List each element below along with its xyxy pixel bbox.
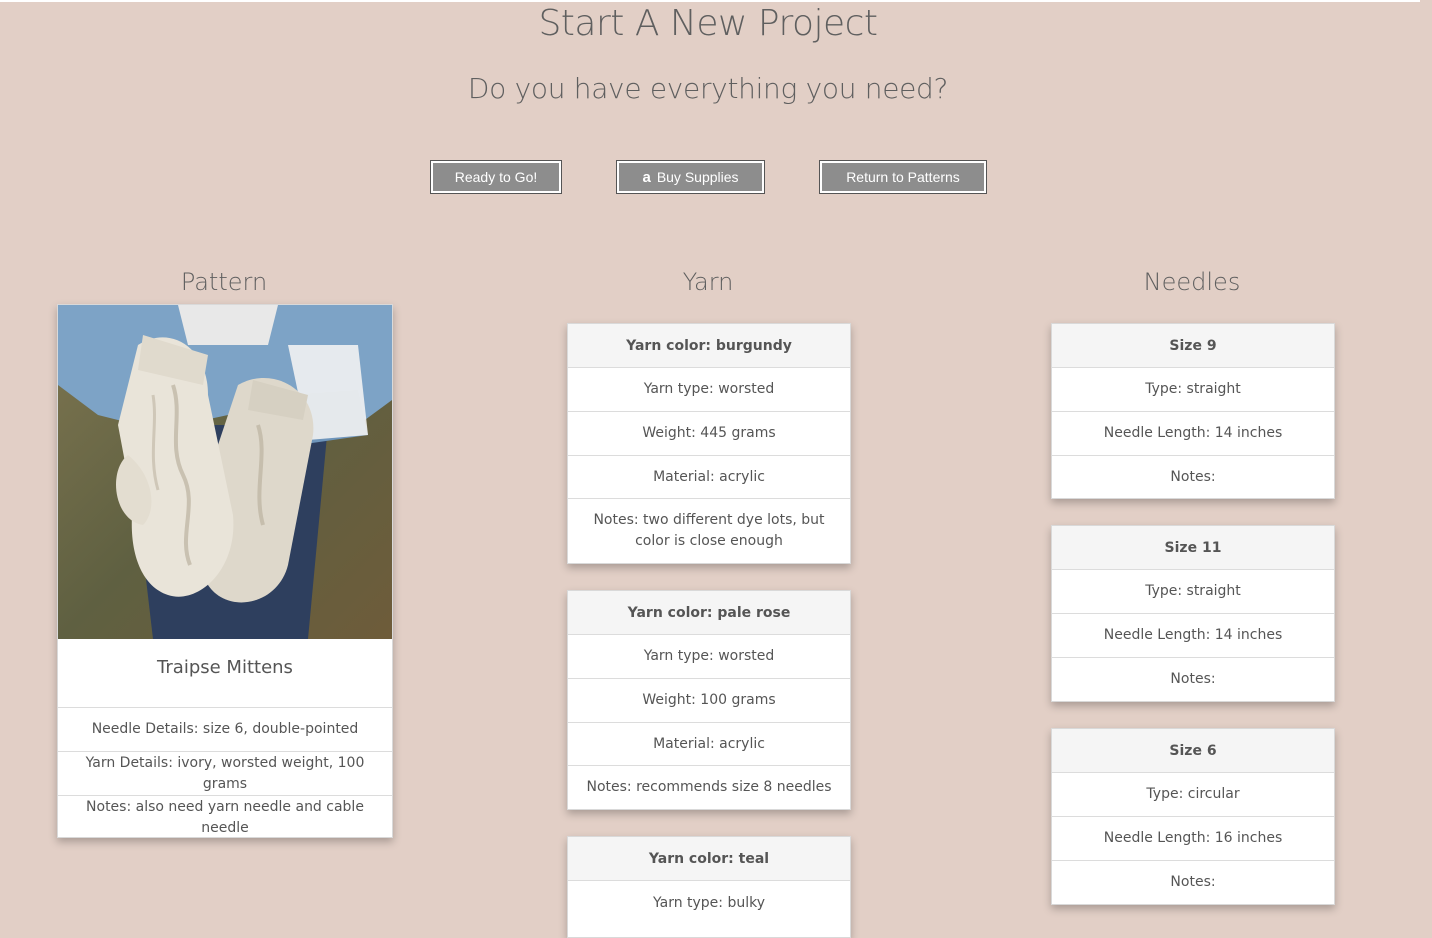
- needle-card[interactable]: Size 11 Type: straight Needle Length: 14…: [1051, 525, 1335, 702]
- pattern-yarn-details: Yarn Details: ivory, worsted weight, 100…: [58, 752, 392, 796]
- needle-size: Size 9: [1052, 324, 1334, 368]
- needle-card[interactable]: Size 6 Type: circular Needle Length: 16 …: [1051, 728, 1335, 905]
- amazon-icon: a: [642, 168, 651, 186]
- yarn-weight: Weight: 100 grams: [568, 679, 850, 723]
- page-subtitle: Do you have everything you need?: [467, 72, 949, 105]
- return-to-patterns-label: Return to Patterns: [846, 169, 960, 185]
- pattern-name: Traipse Mittens: [58, 639, 392, 708]
- needle-type: Type: straight: [1052, 368, 1334, 412]
- needle-size: Size 11: [1052, 526, 1334, 570]
- needle-length: Needle Length: 14 inches: [1052, 614, 1334, 658]
- yarn-material: Material: acrylic: [568, 723, 850, 766]
- yarn-notes: Notes: recommends size 8 needles: [586, 779, 832, 795]
- yarn-color: Yarn color: burgundy: [568, 324, 850, 368]
- needle-size: Size 6: [1052, 729, 1334, 773]
- needle-notes: Notes:: [1170, 671, 1216, 687]
- pattern-card[interactable]: Traipse Mittens Needle Details: size 6, …: [57, 304, 393, 838]
- yarn-color: Yarn color: pale rose: [568, 591, 850, 635]
- ready-to-go-label: Ready to Go!: [454, 169, 538, 185]
- needles-heading: Needles: [1143, 268, 1241, 296]
- pattern-heading: Pattern: [180, 268, 268, 296]
- needle-type: Type: straight: [1052, 570, 1334, 614]
- yarn-card[interactable]: Yarn color: teal Yarn type: bulky: [567, 836, 851, 938]
- yarn-card[interactable]: Yarn color: pale rose Yarn type: worsted…: [567, 590, 851, 810]
- ready-to-go-button[interactable]: Ready to Go!: [430, 160, 562, 194]
- yarn-card[interactable]: Yarn color: burgundy Yarn type: worsted …: [567, 323, 851, 564]
- yarn-type: Yarn type: worsted: [568, 368, 850, 412]
- pattern-needle-details: Needle Details: size 6, double-pointed: [58, 708, 392, 752]
- yarn-color: Yarn color: teal: [568, 837, 850, 881]
- return-to-patterns-button[interactable]: Return to Patterns: [819, 160, 987, 194]
- yarn-type: Yarn type: bulky: [652, 894, 766, 911]
- yarn-heading: Yarn: [682, 268, 734, 296]
- needle-card[interactable]: Size 9 Type: straight Needle Length: 14 …: [1051, 323, 1335, 499]
- yarn-type: Yarn type: worsted: [568, 635, 850, 679]
- pattern-notes: Notes: also need yarn needle and cable n…: [86, 799, 364, 836]
- needle-notes: Notes:: [1170, 874, 1216, 890]
- needle-length: Needle Length: 16 inches: [1052, 817, 1334, 861]
- mittens-photo-icon: [58, 305, 392, 639]
- buy-supplies-button[interactable]: a Buy Supplies: [616, 160, 765, 194]
- yarn-weight: Weight: 445 grams: [568, 412, 850, 456]
- needle-length: Needle Length: 14 inches: [1052, 412, 1334, 456]
- needle-type: Type: circular: [1052, 773, 1334, 817]
- buy-supplies-label: Buy Supplies: [656, 169, 739, 185]
- needle-notes: Notes:: [1170, 468, 1216, 485]
- yarn-material: Material: acrylic: [568, 456, 850, 499]
- page-title: Start A New Project: [538, 3, 878, 44]
- yarn-notes: Notes: two different dye lots, but color…: [593, 512, 825, 549]
